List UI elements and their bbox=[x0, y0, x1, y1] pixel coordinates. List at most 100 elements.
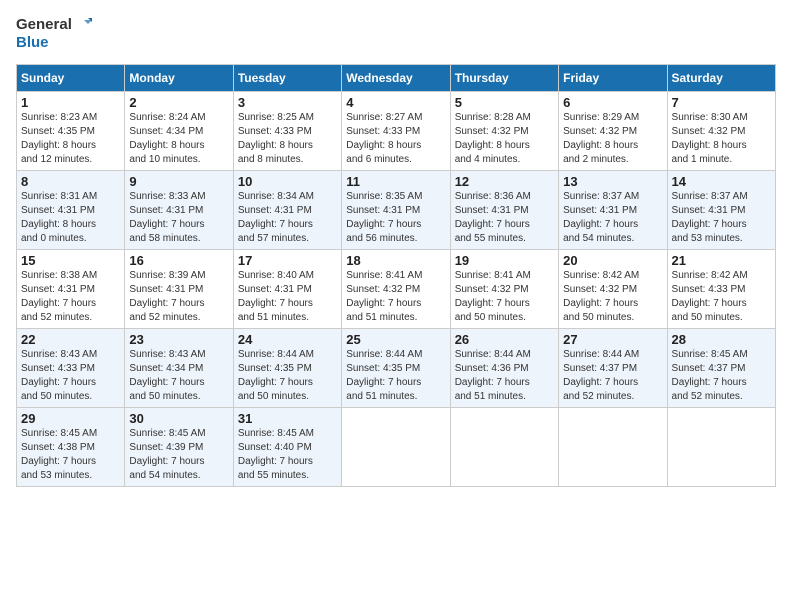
calendar-cell: 4Sunrise: 8:27 AM Sunset: 4:33 PM Daylig… bbox=[342, 92, 450, 171]
calendar-header-friday: Friday bbox=[559, 65, 667, 92]
day-info: Sunrise: 8:35 AM Sunset: 4:31 PM Dayligh… bbox=[346, 190, 445, 246]
day-info: Sunrise: 8:44 AM Sunset: 4:35 PM Dayligh… bbox=[238, 348, 337, 404]
calendar-cell: 21Sunrise: 8:42 AM Sunset: 4:33 PM Dayli… bbox=[667, 250, 775, 329]
day-info: Sunrise: 8:39 AM Sunset: 4:31 PM Dayligh… bbox=[129, 269, 228, 325]
day-info: Sunrise: 8:41 AM Sunset: 4:32 PM Dayligh… bbox=[346, 269, 445, 325]
day-info: Sunrise: 8:43 AM Sunset: 4:34 PM Dayligh… bbox=[129, 348, 228, 404]
day-number: 10 bbox=[238, 174, 337, 189]
day-info: Sunrise: 8:44 AM Sunset: 4:35 PM Dayligh… bbox=[346, 348, 445, 404]
day-number: 27 bbox=[563, 332, 662, 347]
calendar-cell bbox=[559, 408, 667, 487]
day-info: Sunrise: 8:45 AM Sunset: 4:40 PM Dayligh… bbox=[238, 427, 337, 483]
day-info: Sunrise: 8:34 AM Sunset: 4:31 PM Dayligh… bbox=[238, 190, 337, 246]
calendar-cell: 30Sunrise: 8:45 AM Sunset: 4:39 PM Dayli… bbox=[125, 408, 233, 487]
day-number: 20 bbox=[563, 253, 662, 268]
calendar-cell: 8Sunrise: 8:31 AM Sunset: 4:31 PM Daylig… bbox=[17, 171, 125, 250]
day-number: 1 bbox=[21, 95, 120, 110]
calendar-cell: 31Sunrise: 8:45 AM Sunset: 4:40 PM Dayli… bbox=[233, 408, 341, 487]
day-info: Sunrise: 8:23 AM Sunset: 4:35 PM Dayligh… bbox=[21, 111, 120, 167]
calendar-cell: 27Sunrise: 8:44 AM Sunset: 4:37 PM Dayli… bbox=[559, 329, 667, 408]
calendar-header-tuesday: Tuesday bbox=[233, 65, 341, 92]
calendar-cell: 14Sunrise: 8:37 AM Sunset: 4:31 PM Dayli… bbox=[667, 171, 775, 250]
calendar-cell: 13Sunrise: 8:37 AM Sunset: 4:31 PM Dayli… bbox=[559, 171, 667, 250]
day-info: Sunrise: 8:42 AM Sunset: 4:33 PM Dayligh… bbox=[672, 269, 771, 325]
calendar-cell: 26Sunrise: 8:44 AM Sunset: 4:36 PM Dayli… bbox=[450, 329, 558, 408]
calendar-cell: 10Sunrise: 8:34 AM Sunset: 4:31 PM Dayli… bbox=[233, 171, 341, 250]
calendar-header-thursday: Thursday bbox=[450, 65, 558, 92]
day-number: 19 bbox=[455, 253, 554, 268]
calendar-cell: 16Sunrise: 8:39 AM Sunset: 4:31 PM Dayli… bbox=[125, 250, 233, 329]
calendar-cell: 22Sunrise: 8:43 AM Sunset: 4:33 PM Dayli… bbox=[17, 329, 125, 408]
day-number: 29 bbox=[21, 411, 120, 426]
day-number: 6 bbox=[563, 95, 662, 110]
calendar-header-saturday: Saturday bbox=[667, 65, 775, 92]
day-number: 17 bbox=[238, 253, 337, 268]
calendar-cell: 23Sunrise: 8:43 AM Sunset: 4:34 PM Dayli… bbox=[125, 329, 233, 408]
day-info: Sunrise: 8:44 AM Sunset: 4:37 PM Dayligh… bbox=[563, 348, 662, 404]
day-info: Sunrise: 8:25 AM Sunset: 4:33 PM Dayligh… bbox=[238, 111, 337, 167]
calendar-header-monday: Monday bbox=[125, 65, 233, 92]
calendar-cell bbox=[667, 408, 775, 487]
calendar-cell: 29Sunrise: 8:45 AM Sunset: 4:38 PM Dayli… bbox=[17, 408, 125, 487]
calendar-header-wednesday: Wednesday bbox=[342, 65, 450, 92]
day-number: 22 bbox=[21, 332, 120, 347]
calendar-cell: 18Sunrise: 8:41 AM Sunset: 4:32 PM Dayli… bbox=[342, 250, 450, 329]
day-number: 24 bbox=[238, 332, 337, 347]
day-info: Sunrise: 8:28 AM Sunset: 4:32 PM Dayligh… bbox=[455, 111, 554, 167]
day-info: Sunrise: 8:24 AM Sunset: 4:34 PM Dayligh… bbox=[129, 111, 228, 167]
day-info: Sunrise: 8:38 AM Sunset: 4:31 PM Dayligh… bbox=[21, 269, 120, 325]
day-info: Sunrise: 8:33 AM Sunset: 4:31 PM Dayligh… bbox=[129, 190, 228, 246]
day-number: 15 bbox=[21, 253, 120, 268]
day-number: 7 bbox=[672, 95, 771, 110]
day-info: Sunrise: 8:36 AM Sunset: 4:31 PM Dayligh… bbox=[455, 190, 554, 246]
day-number: 5 bbox=[455, 95, 554, 110]
day-number: 14 bbox=[672, 174, 771, 189]
day-number: 4 bbox=[346, 95, 445, 110]
calendar-cell: 7Sunrise: 8:30 AM Sunset: 4:32 PM Daylig… bbox=[667, 92, 775, 171]
day-number: 18 bbox=[346, 253, 445, 268]
calendar-cell: 19Sunrise: 8:41 AM Sunset: 4:32 PM Dayli… bbox=[450, 250, 558, 329]
day-info: Sunrise: 8:27 AM Sunset: 4:33 PM Dayligh… bbox=[346, 111, 445, 167]
calendar-cell: 5Sunrise: 8:28 AM Sunset: 4:32 PM Daylig… bbox=[450, 92, 558, 171]
day-info: Sunrise: 8:43 AM Sunset: 4:33 PM Dayligh… bbox=[21, 348, 120, 404]
calendar-cell: 17Sunrise: 8:40 AM Sunset: 4:31 PM Dayli… bbox=[233, 250, 341, 329]
day-info: Sunrise: 8:42 AM Sunset: 4:32 PM Dayligh… bbox=[563, 269, 662, 325]
header: General Blue bbox=[16, 16, 776, 52]
calendar-cell: 6Sunrise: 8:29 AM Sunset: 4:32 PM Daylig… bbox=[559, 92, 667, 171]
calendar-cell: 2Sunrise: 8:24 AM Sunset: 4:34 PM Daylig… bbox=[125, 92, 233, 171]
day-number: 21 bbox=[672, 253, 771, 268]
calendar-cell: 3Sunrise: 8:25 AM Sunset: 4:33 PM Daylig… bbox=[233, 92, 341, 171]
calendar-cell: 11Sunrise: 8:35 AM Sunset: 4:31 PM Dayli… bbox=[342, 171, 450, 250]
day-info: Sunrise: 8:40 AM Sunset: 4:31 PM Dayligh… bbox=[238, 269, 337, 325]
calendar: SundayMondayTuesdayWednesdayThursdayFrid… bbox=[16, 64, 776, 487]
logo-general: General bbox=[16, 16, 72, 34]
calendar-cell bbox=[342, 408, 450, 487]
day-number: 25 bbox=[346, 332, 445, 347]
day-number: 9 bbox=[129, 174, 228, 189]
day-number: 30 bbox=[129, 411, 228, 426]
calendar-cell bbox=[450, 408, 558, 487]
calendar-cell: 20Sunrise: 8:42 AM Sunset: 4:32 PM Dayli… bbox=[559, 250, 667, 329]
calendar-cell: 24Sunrise: 8:44 AM Sunset: 4:35 PM Dayli… bbox=[233, 329, 341, 408]
day-number: 11 bbox=[346, 174, 445, 189]
day-number: 13 bbox=[563, 174, 662, 189]
day-info: Sunrise: 8:29 AM Sunset: 4:32 PM Dayligh… bbox=[563, 111, 662, 167]
calendar-header-sunday: Sunday bbox=[17, 65, 125, 92]
calendar-cell: 9Sunrise: 8:33 AM Sunset: 4:31 PM Daylig… bbox=[125, 171, 233, 250]
calendar-cell: 12Sunrise: 8:36 AM Sunset: 4:31 PM Dayli… bbox=[450, 171, 558, 250]
day-number: 28 bbox=[672, 332, 771, 347]
day-info: Sunrise: 8:30 AM Sunset: 4:32 PM Dayligh… bbox=[672, 111, 771, 167]
day-number: 31 bbox=[238, 411, 337, 426]
day-number: 23 bbox=[129, 332, 228, 347]
calendar-cell: 1Sunrise: 8:23 AM Sunset: 4:35 PM Daylig… bbox=[17, 92, 125, 171]
logo-blue: Blue bbox=[16, 34, 49, 52]
day-number: 16 bbox=[129, 253, 228, 268]
day-number: 8 bbox=[21, 174, 120, 189]
day-info: Sunrise: 8:31 AM Sunset: 4:31 PM Dayligh… bbox=[21, 190, 120, 246]
day-number: 12 bbox=[455, 174, 554, 189]
day-number: 26 bbox=[455, 332, 554, 347]
day-number: 2 bbox=[129, 95, 228, 110]
day-info: Sunrise: 8:37 AM Sunset: 4:31 PM Dayligh… bbox=[563, 190, 662, 246]
calendar-cell: 15Sunrise: 8:38 AM Sunset: 4:31 PM Dayli… bbox=[17, 250, 125, 329]
day-info: Sunrise: 8:45 AM Sunset: 4:39 PM Dayligh… bbox=[129, 427, 228, 483]
